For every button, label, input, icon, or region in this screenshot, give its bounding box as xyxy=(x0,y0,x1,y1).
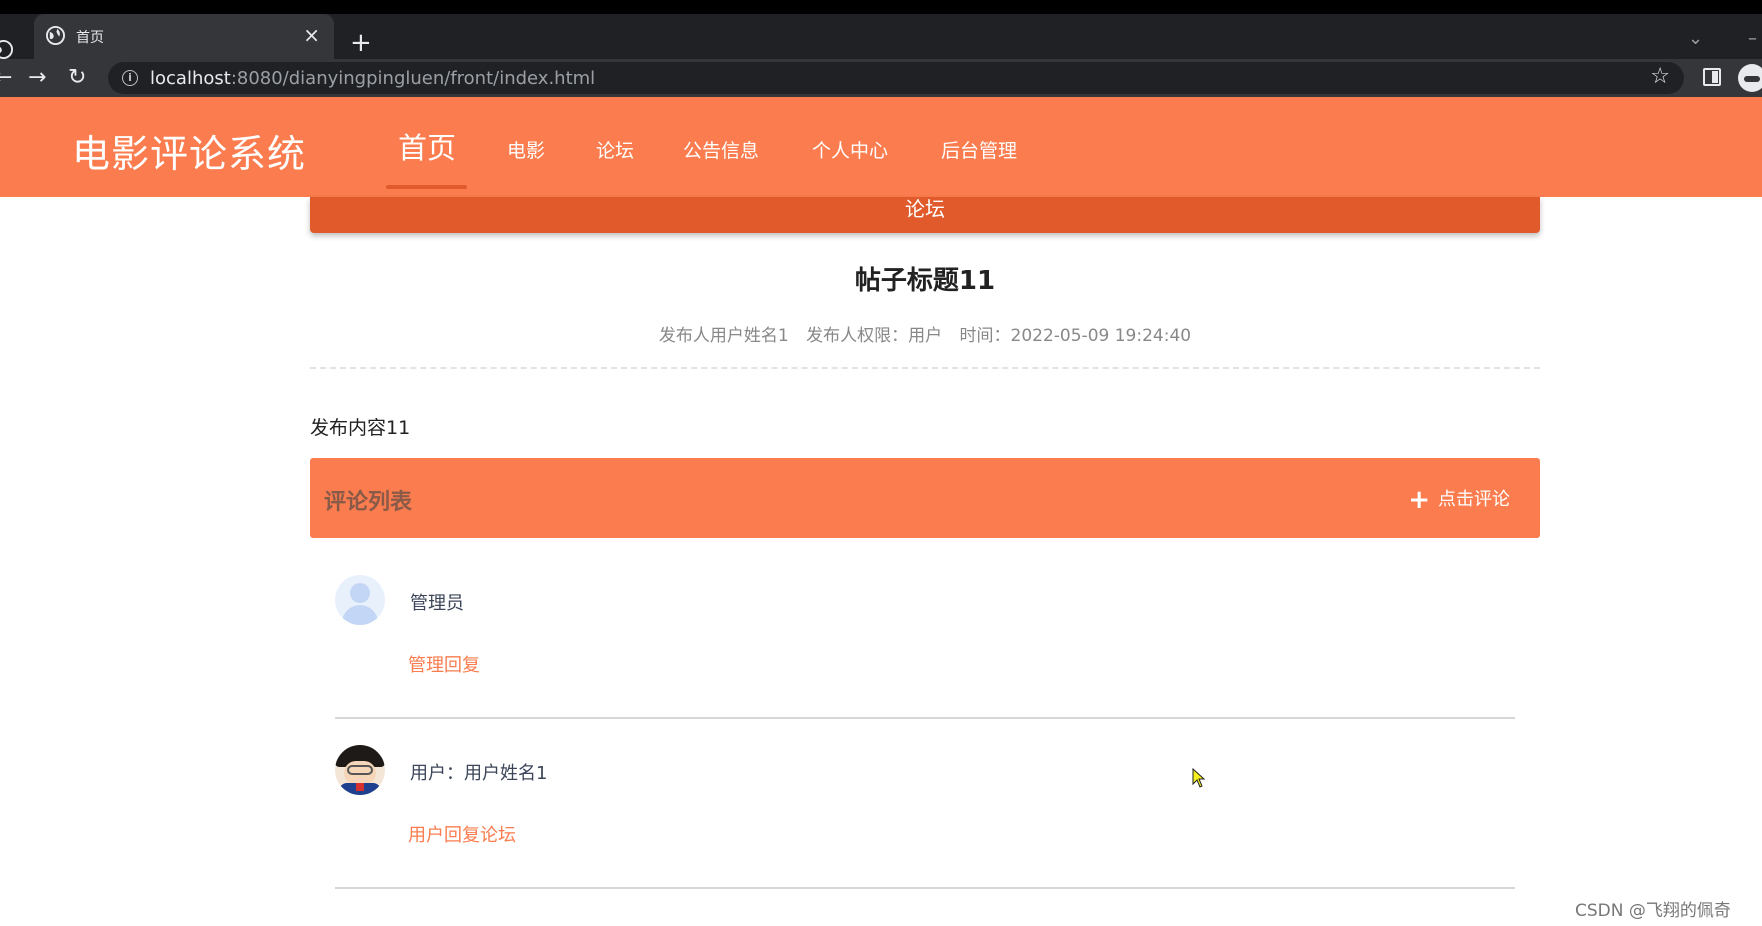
post-time: 时间：2022-05-09 19:24:40 xyxy=(959,326,1192,346)
nav-active-indicator xyxy=(386,185,467,189)
globe-icon xyxy=(46,26,65,45)
avatar xyxy=(335,575,385,625)
back-icon[interactable]: ← xyxy=(0,63,12,93)
comments-title: 评论列表 xyxy=(324,490,413,515)
star-icon[interactable]: ☆ xyxy=(1650,64,1670,89)
nav-home[interactable]: 首页 xyxy=(398,125,456,167)
info-icon[interactable]: i xyxy=(122,70,138,86)
comment-text: 用户回复论坛 xyxy=(408,825,516,846)
minimize-icon[interactable]: – xyxy=(1748,28,1757,49)
close-icon[interactable]: × xyxy=(303,23,320,47)
nav-admin[interactable]: 后台管理 xyxy=(941,136,1017,163)
comment-user: 用户：用户姓名1 xyxy=(410,763,548,784)
post-content: 发布内容11 xyxy=(310,417,411,439)
post-role: 发布人权限：用户 xyxy=(806,326,943,346)
add-comment-label: 点击评论 xyxy=(1438,489,1510,510)
nav-personal-center[interactable]: 个人中心 xyxy=(812,136,888,163)
nav-announcements[interactable]: 公告信息 xyxy=(683,136,759,163)
add-comment-button[interactable]: + 点击评论 xyxy=(1408,485,1510,515)
divider xyxy=(310,367,1540,369)
comment-user: 管理员 xyxy=(410,593,464,614)
reload-icon[interactable]: ↻ xyxy=(68,63,86,93)
nav-forum[interactable]: 论坛 xyxy=(596,136,634,163)
globe-icon xyxy=(0,40,13,59)
chevron-down-icon[interactable]: ⌄ xyxy=(1688,28,1703,49)
section-banner-label: 论坛 xyxy=(905,197,945,221)
comment-divider xyxy=(335,717,1515,719)
forward-icon[interactable]: → xyxy=(28,63,46,93)
window-top-strip xyxy=(0,0,1762,14)
site-brand: 电影评论系统 xyxy=(72,132,307,176)
plus-icon: + xyxy=(1408,485,1430,515)
post-title: 帖子标题11 xyxy=(854,266,996,296)
browser-toolbar: ← → ↻ i localhost:8080/dianyingpingluen/… xyxy=(0,59,1762,97)
comments-header: 评论列表 + 点击评论 xyxy=(310,458,1540,538)
post-author: 发布人用户姓名1 xyxy=(658,326,789,346)
post-meta: 发布人用户姓名1 发布人权限：用户 时间：2022-05-09 19:24:40 xyxy=(310,321,1540,346)
profile-icon[interactable] xyxy=(1738,64,1762,92)
tab-title: 首页 xyxy=(76,30,104,46)
comment-divider xyxy=(335,887,1515,889)
watermark: CSDN @飞翔的佩奇 xyxy=(1575,901,1731,921)
comment-text: 管理回复 xyxy=(408,655,480,676)
site-header: 电影评论系统 首页 电影 论坛 公告信息 个人中心 后台管理 xyxy=(0,97,1762,197)
url-text[interactable]: localhost:8080/dianyingpingluen/front/in… xyxy=(150,68,595,89)
active-tab[interactable]: 首页 × xyxy=(34,14,334,59)
cursor-icon xyxy=(1192,768,1206,788)
plus-icon[interactable]: + xyxy=(350,28,372,58)
address-bar[interactable]: i localhost:8080/dianyingpingluen/front/… xyxy=(108,62,1684,94)
tab-bar: 首页 × + ⌄ – xyxy=(0,14,1762,59)
section-banner: 论坛 xyxy=(310,197,1540,233)
avatar xyxy=(335,745,385,795)
nav-movies[interactable]: 电影 xyxy=(507,136,545,163)
side-panel-icon[interactable] xyxy=(1703,68,1721,86)
